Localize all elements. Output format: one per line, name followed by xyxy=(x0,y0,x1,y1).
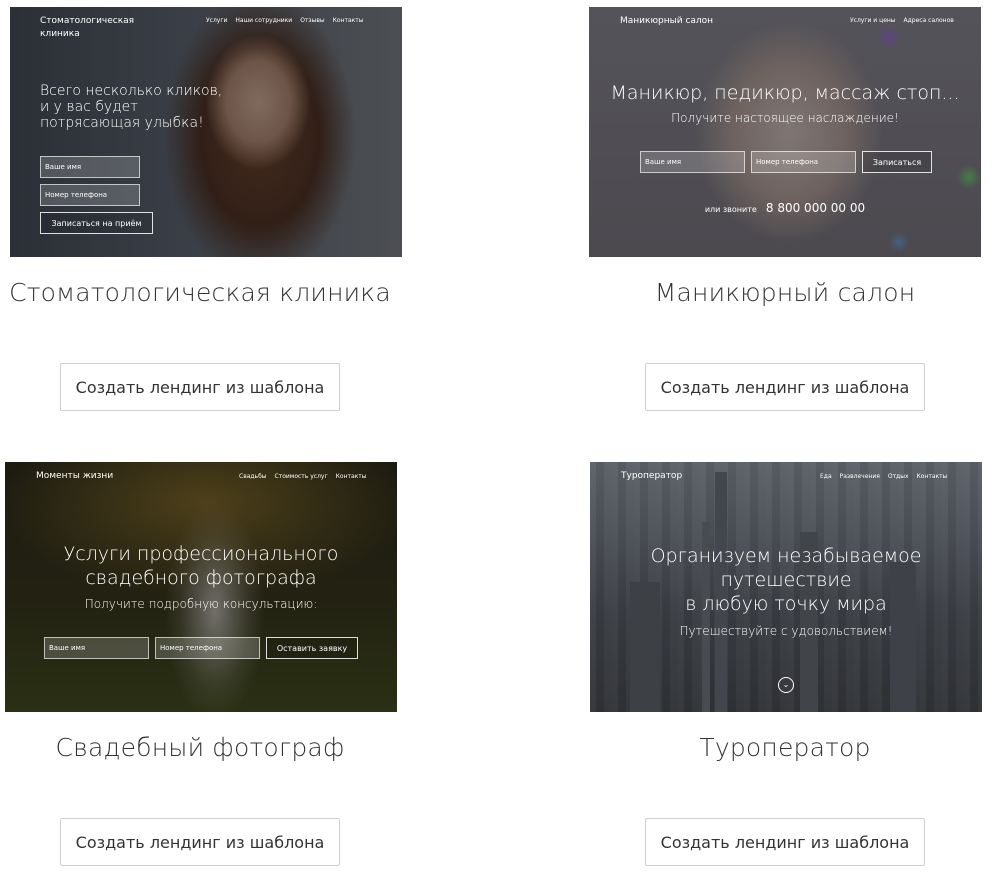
preview-nav-item: Отдых xyxy=(887,473,909,480)
create-landing-button-dental[interactable]: Создать лендинг из шаблона xyxy=(60,363,340,411)
preview-nav: Услуги и цены Адреса салонов xyxy=(850,17,954,24)
preview-brand: Туроператор xyxy=(621,471,683,481)
template-title: Свадебный фотограф xyxy=(55,733,345,762)
preview-nav-item: Адреса салонов xyxy=(903,17,954,24)
preview-nav-item: Еда xyxy=(820,473,832,480)
preview-name-field: Ваше имя xyxy=(44,637,149,659)
create-landing-button-wedding[interactable]: Создать лендинг из шаблона xyxy=(60,818,340,866)
template-card-tour-operator: Туроператор Еда Развлечения Отдых Контак… xyxy=(590,462,982,712)
preview-nav-item: Стоимость услуг xyxy=(274,473,328,480)
preview-brand: Маникюрный салон xyxy=(620,16,714,26)
preview-call-line: или звоните 8 800 000 00 00 xyxy=(589,197,981,216)
preview-cta-button: Оставить заявку xyxy=(266,637,358,659)
preview-brand: Моменты жизни xyxy=(36,471,114,481)
preview-cta-button: Записаться xyxy=(862,151,932,173)
preview-headline: Услуги профессионального свадебного фото… xyxy=(63,543,339,589)
template-card-wedding: Моменты жизни Свадьбы Стоимость услуг Ко… xyxy=(5,462,397,712)
create-landing-button-tour-operator[interactable]: Создать лендинг из шаблона xyxy=(645,818,925,866)
preview-name-field: Ваше имя xyxy=(40,156,140,178)
preview-headline: Всего несколько кликов, и у вас будет по… xyxy=(40,83,223,131)
preview-nav-item: Контакты xyxy=(335,473,367,480)
chevron-down-circle-icon: ⌄ xyxy=(778,677,794,693)
chevron-down-icon: ⌄ xyxy=(782,680,790,689)
preview-subheadline: Получите настоящее наслаждение! xyxy=(671,111,899,125)
template-card-dental: Стоматологическая клиника Услуги Наши со… xyxy=(10,7,402,257)
preview-brand: Стоматологическая клиника xyxy=(40,16,135,39)
preview-nav-item: Свадьбы xyxy=(239,473,267,480)
template-card-nail-salon: Маникюрный салон Услуги и цены Адреса са… xyxy=(589,7,981,257)
template-preview-dental[interactable]: Стоматологическая клиника Услуги Наши со… xyxy=(10,7,402,257)
preview-subheadline: Получите подробную консультацию: xyxy=(84,597,318,611)
template-title: Туроператор xyxy=(699,733,871,762)
preview-phone-field: Номер телефона xyxy=(155,637,260,659)
template-preview-nail-salon[interactable]: Маникюрный салон Услуги и цены Адреса са… xyxy=(589,7,981,257)
preview-nav-item: Услуги и цены xyxy=(850,17,896,24)
preview-phone-field: Номер телефона xyxy=(40,184,140,206)
preview-headline: Маникюр, педикюр, массаж стоп... xyxy=(610,82,960,104)
template-preview-tour-operator[interactable]: Туроператор Еда Развлечения Отдых Контак… xyxy=(590,462,982,712)
preview-nav-item: Контакты xyxy=(916,473,948,480)
preview-nav-item: Развлечения xyxy=(839,473,880,480)
template-preview-wedding[interactable]: Моменты жизни Свадьбы Стоимость услуг Ко… xyxy=(5,462,397,712)
preview-call-label: или звоните xyxy=(704,205,757,214)
preview-nav: Свадьбы Стоимость услуг Контакты xyxy=(239,473,367,480)
preview-nav-item: Контакты xyxy=(332,17,364,24)
preview-phone-field: Номер телефона xyxy=(751,151,856,173)
preview-nav: Услуги Наши сотрудники Отзывы Контакты xyxy=(206,17,364,24)
template-title: Стоматологическая клиника xyxy=(9,278,391,307)
create-landing-button-nail-salon[interactable]: Создать лендинг из шаблона xyxy=(645,363,925,411)
preview-nav: Еда Развлечения Отдых Контакты xyxy=(820,473,947,480)
preview-subheadline: Путешествуйте с удовольствием! xyxy=(679,624,893,638)
template-title: Маникюрный салон xyxy=(654,278,916,307)
preview-name-field: Ваше имя xyxy=(640,151,745,173)
preview-nav-item: Услуги xyxy=(206,17,228,24)
preview-headline: Организуем незабываемое путешествие в лю… xyxy=(650,545,922,615)
preview-phone-number: 8 800 000 00 00 xyxy=(765,201,866,215)
preview-nav-item: Отзывы xyxy=(300,17,325,24)
preview-cta-button: Записаться на приём xyxy=(40,212,153,234)
preview-nav-item: Наши сотрудники xyxy=(235,17,293,24)
